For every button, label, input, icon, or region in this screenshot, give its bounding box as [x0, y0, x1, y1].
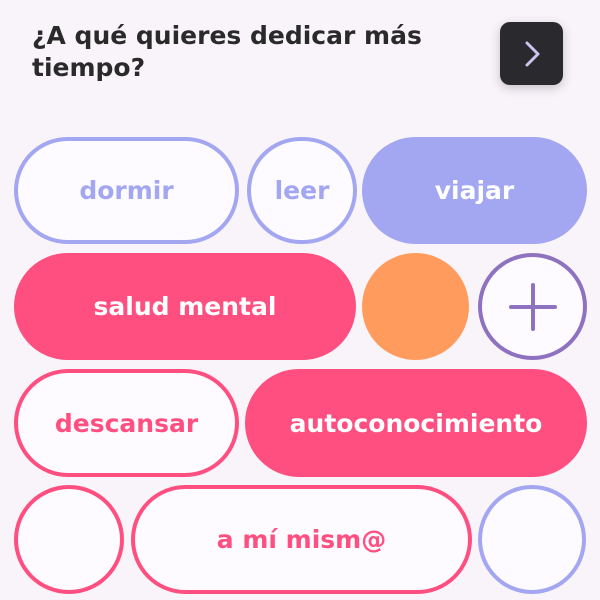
option-label: descansar	[54, 408, 199, 438]
option-label: salud mental	[93, 292, 277, 321]
empty-option-circle-blue[interactable]	[478, 485, 586, 594]
option-autoconocimiento[interactable]: autoconocimiento	[245, 369, 587, 477]
option-descansar[interactable]: descansar	[14, 369, 239, 477]
next-button[interactable]	[500, 22, 563, 85]
option-salud-mental[interactable]: salud mental	[14, 253, 356, 360]
add-option-button[interactable]	[478, 253, 587, 360]
option-label: viajar	[434, 176, 515, 205]
plus-icon	[508, 282, 557, 331]
question-title: ¿A qué quieres dedicar más tiempo?	[32, 21, 422, 82]
option-label: leer	[274, 176, 330, 205]
option-a-mi-mism[interactable]: a mí mism@	[131, 485, 472, 594]
option-leer[interactable]: leer	[247, 137, 357, 244]
option-label: a mí mism@	[216, 525, 387, 554]
option-label: dormir	[79, 176, 174, 205]
empty-option-circle-pink[interactable]	[14, 485, 124, 594]
option-viajar[interactable]: viajar	[362, 137, 587, 244]
option-dormir[interactable]: dormir	[14, 137, 239, 244]
decorative-circle-orange	[362, 253, 469, 360]
chevron-right-icon	[525, 41, 539, 66]
option-label: autoconocimiento	[289, 408, 543, 438]
